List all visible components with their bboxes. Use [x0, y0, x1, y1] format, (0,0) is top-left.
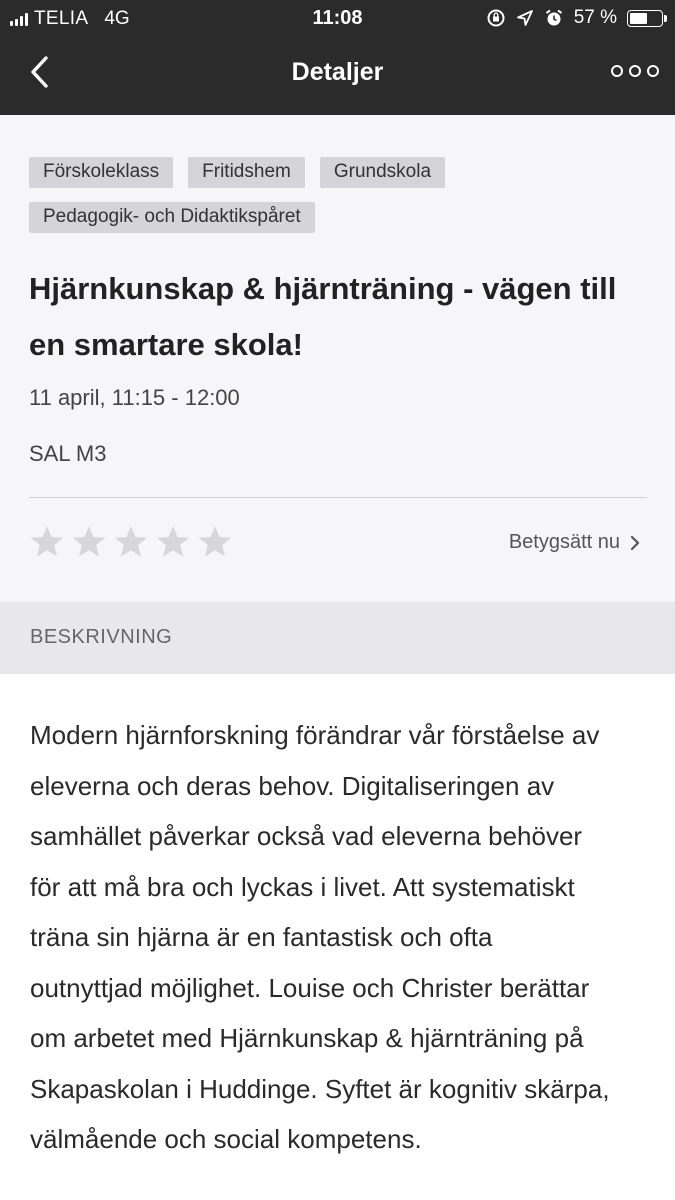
more-dots-icon[interactable] — [611, 65, 659, 77]
dot — [629, 65, 641, 77]
chevron-right-icon — [630, 535, 640, 550]
tag-forskoleklass: Förskoleklass — [29, 157, 174, 188]
event-time: 11 april, 11:15 - 12:00 — [29, 385, 240, 410]
rate-now-label: Betygsätt nu — [508, 531, 620, 553]
tag-grundskola: Grundskola — [319, 157, 446, 188]
star-icon[interactable] — [197, 525, 233, 559]
tag-pedagogik: Pedagogik- och Didaktikspåret — [29, 202, 315, 233]
star-icon[interactable] — [29, 525, 65, 559]
battery-icon — [627, 9, 667, 27]
star-icon[interactable] — [71, 525, 107, 559]
tag-fritidshem: Fritidshem — [188, 157, 305, 188]
location-arrow-icon — [516, 10, 533, 26]
rate-now-button[interactable]: Betygsätt nu — [509, 531, 640, 554]
event-title: Hjärnkunskap & hjärnträning - vägen till… — [29, 271, 617, 362]
star-rating[interactable] — [29, 525, 233, 559]
event-room: SAL M3 — [29, 441, 107, 466]
battery-fill — [630, 12, 648, 24]
star-icon[interactable] — [155, 525, 191, 559]
dot — [611, 65, 623, 77]
alarm-clock-icon — [545, 9, 562, 26]
description-text: Modern hjärnforskning förändrar vår förs… — [30, 720, 610, 1154]
event-header: Förskoleklass Fritidshem Grundskola Peda… — [0, 115, 675, 602]
rating-row: Betygsätt nu — [29, 498, 648, 584]
battery-percent: 57 % — [573, 7, 617, 28]
dot — [647, 65, 659, 77]
description-heading: BESKRIVNING — [0, 602, 675, 674]
status-bar: TELIA 4G 11:08 57 % — [0, 0, 675, 36]
star-icon[interactable] — [113, 525, 149, 559]
navigation-bar: Detaljer — [0, 36, 675, 115]
status-right: 57 % — [486, 7, 667, 29]
page-title: Detaljer — [291, 58, 384, 86]
tag-list: Förskoleklass Fritidshem Grundskola Peda… — [29, 157, 589, 233]
top-bar: TELIA 4G 11:08 57 % Detaljer — [0, 0, 675, 115]
rotation-lock-icon — [487, 9, 505, 27]
